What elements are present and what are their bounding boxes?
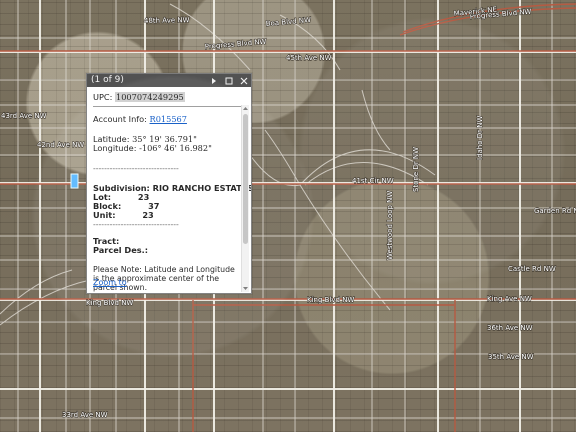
close-icon[interactable] [239, 76, 248, 85]
popup-header: (1 of 9) [87, 74, 251, 87]
road-label-36th-ave-nw: 36th Ave NW [487, 324, 533, 332]
longitude-value: -106° 46' 16.982" [139, 143, 212, 154]
popup-scrollbar[interactable] [241, 105, 249, 292]
map-overlay: 48th Ave NW Boa Blvd NW Progress Blvd NW… [0, 0, 576, 432]
separator-bottom: ------------------------------- [93, 219, 179, 230]
scroll-up-icon[interactable] [242, 105, 249, 112]
subdivision-value: RIO RANCHO ESTATES [152, 183, 252, 194]
minor-roads [0, 0, 576, 432]
latitude-value: 35° 19' 36.791" [132, 134, 197, 145]
upc-value: 1007074249295 [115, 92, 185, 102]
maximize-icon[interactable] [224, 76, 233, 85]
scroll-down-icon-svg [243, 287, 248, 290]
road-label-35th-ave-nw: 35th Ave NW [488, 353, 534, 361]
lot-value: 23 [137, 192, 150, 203]
account-link[interactable]: R015567 [150, 114, 187, 124]
road-label-progress-blvd-nw-east: Progress Blvd NW [469, 8, 531, 21]
zoom-to-link[interactable]: Zoom to [93, 278, 127, 288]
parcel-description-row: Parcel Des.: [93, 246, 239, 255]
road-label-stone-dr-nw: Stone Dr NW [412, 147, 420, 192]
road-label-castle-rd-nw: Castle Rd NW [508, 265, 556, 273]
popup-actions [209, 76, 248, 85]
road-label-42nd-ave-nw: 42nd Ave NW [37, 141, 84, 149]
tract-label: Tract: [93, 236, 120, 247]
upc-divider [93, 106, 243, 108]
road-label-boa-blvd-nw: Boa Blvd NW [265, 16, 311, 28]
parcel-grid [0, 0, 576, 432]
tract-row: Tract: [93, 237, 239, 246]
major-roads [0, 3, 576, 432]
block-value: 37 [148, 201, 160, 212]
next-arrow-icon-svg [211, 77, 216, 84]
parcel-description-label: Parcel Des.: [93, 245, 149, 256]
road-label-king-blvd-nw-west: King Blvd NW [86, 299, 133, 307]
longitude-label: Longitude: [93, 143, 137, 154]
road-labels: 48th Ave NW Boa Blvd NW Progress Blvd NW… [0, 5, 576, 420]
subdivision-row: Subdivision: RIO RANCHO ESTATES [93, 183, 251, 194]
road-label-33rd-ave-nw: 33rd Ave NW [62, 411, 108, 419]
latitude-label: Latitude: [93, 134, 130, 145]
popup-title: (1 of 9) [91, 75, 124, 85]
unit-value: 23 [142, 210, 154, 221]
parcel-popup: (1 of 9) UPC: 1007074249295 Account Info… [86, 73, 252, 294]
upc-row: UPC: 1007074249295 [93, 92, 239, 102]
road-label-progress-blvd-nw-west: Progress Blvd NW [204, 38, 266, 51]
road-label-garden-rd-nw: Garden Rd NW [534, 207, 576, 215]
maximize-icon-svg [225, 77, 232, 84]
road-label-idaho-dr-nw: Idaho Dr NW [476, 116, 484, 160]
road-label-41st-cir-nw: 41st Cir NW [352, 177, 394, 185]
road-label-westwood-loop-nw: Westwood Loop NW [386, 191, 394, 260]
account-row: Account Info: R015567 [93, 115, 239, 124]
scroll-thumb[interactable] [243, 114, 248, 244]
selected-parcel[interactable] [70, 173, 79, 189]
subdivision-label: Subdivision: [93, 183, 150, 194]
road-label-48th-ave-nw: 48th Ave NW [144, 16, 190, 25]
aerial-map[interactable]: 48th Ave NW Boa Blvd NW Progress Blvd NW… [0, 0, 576, 432]
block-label: Block: [93, 201, 122, 212]
separator-top: ------------------------------- [93, 163, 179, 174]
location-note: Please Note: Latitude and Longitude is t… [93, 265, 235, 293]
popup-content: UPC: 1007074249295 Account Info: R015567… [87, 87, 251, 292]
road-label-king-blvd-nw-center: King Blvd NW [307, 296, 354, 304]
road-label-43rd-ave-nw: 43rd Ave NW [1, 112, 47, 120]
unit-row: Unit: 23 [93, 211, 239, 220]
close-icon-svg [240, 77, 247, 84]
lot-label: Lot: [93, 192, 112, 203]
next-arrow-icon[interactable] [209, 76, 218, 85]
scroll-down-icon[interactable] [242, 285, 249, 292]
latitude-row: Latitude: 35° 19' 36.791" [93, 135, 239, 144]
longitude-row: Longitude: -106° 46' 16.982" [93, 144, 239, 153]
lot-row: Lot: 23 [93, 193, 239, 202]
road-label-maverick-ne: Maverick NE [453, 5, 497, 17]
block-row: Block: 37 [93, 202, 239, 211]
road-label-45th-ave-nw: 45th Ave NW [286, 54, 332, 62]
road-label-king-ave-nw: King Ave NW [487, 295, 532, 303]
account-label: Account Info: [93, 114, 147, 125]
unit-label: Unit: [93, 210, 116, 221]
scroll-up-icon-svg [243, 107, 248, 110]
upc-label: UPC: [93, 92, 113, 102]
